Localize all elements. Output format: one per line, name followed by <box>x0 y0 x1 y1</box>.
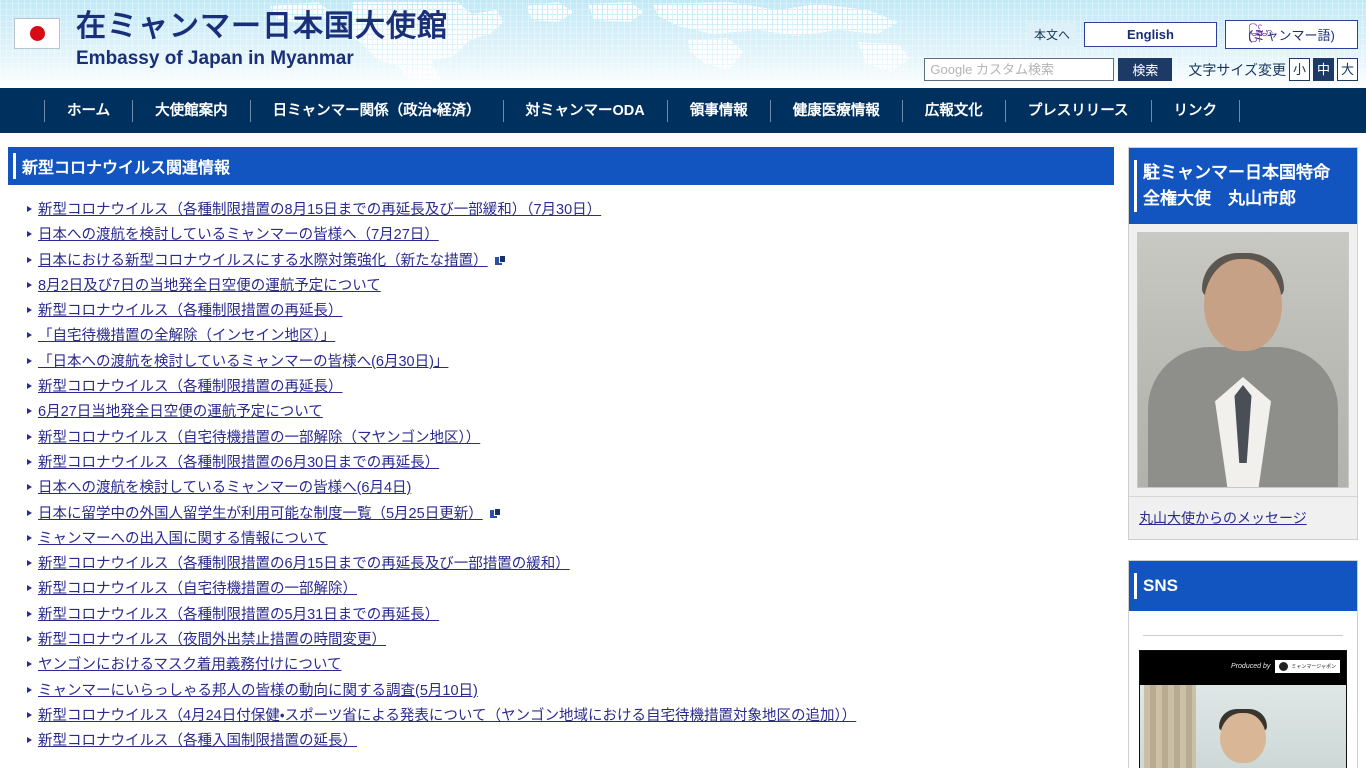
list-item: 新型コロナウイルス（各種制限措置の6月30日までの再延長） <box>26 454 1114 471</box>
list-item: 日本における新型コロナウイルスにする水際対策強化（新たな措置） <box>26 252 1114 269</box>
covid-link[interactable]: 6月27日当地発全日空便の運航予定について <box>38 404 323 420</box>
covid-link[interactable]: 新型コロナウイルス（各種入国制限措置の延長） <box>38 733 357 749</box>
list-item: 新型コロナウイルス（各種制限措置の再延長） <box>26 378 1114 395</box>
sns-title: SNS <box>1129 561 1357 611</box>
nav-item-about[interactable]: 大使館案内 <box>132 99 250 122</box>
external-window-icon <box>489 507 501 519</box>
search-input[interactable] <box>924 58 1115 81</box>
ambassador-portrait-image <box>1137 232 1349 488</box>
sidebar: 駐ミャンマー日本国特命全権大使 丸山市郎 丸山大使からのメッセージ SNS Pr… <box>1128 133 1358 768</box>
covid-link[interactable]: 新型コロナウイルス（各種制限措置の5月31日までの再延長） <box>38 607 439 623</box>
page-title: 新型コロナウイルス関連情報 <box>8 147 1114 185</box>
site-title-jp: 在ミャンマー日本国大使館 <box>76 10 448 43</box>
list-item: ヤンゴンにおけるマスク着用義務付けについて <box>26 656 1114 673</box>
covid-link[interactable]: 「自宅待機措置の全解除（インセイン地区）」 <box>38 328 335 344</box>
ambassador-title: 駐ミャンマー日本国特命全権大使 丸山市郎 <box>1129 148 1357 224</box>
video-producer-credit: Produced by ミャンマージャポン <box>1231 660 1340 673</box>
japan-flag-icon <box>14 18 60 49</box>
text-size-label: 文字サイズ変更 <box>1188 61 1286 78</box>
ambassador-message-row: 丸山大使からのメッセージ <box>1129 496 1357 539</box>
list-item: 新型コロナウイルス（各種制限措置の6月15日までの再延長及び一部措置の緩和） <box>26 555 1114 572</box>
producer-logo-icon: ミャンマージャポン <box>1275 660 1340 673</box>
text-size-large-button[interactable]: 大 <box>1337 58 1358 81</box>
covid-link[interactable]: 新型コロナウイルス（夜間外出禁止措置の時間変更） <box>38 632 386 648</box>
list-item: 新型コロナウイルス（夜間外出禁止措置の時間変更） <box>26 631 1114 648</box>
covid-link[interactable]: 「日本への渡航を検討しているミャンマーの皆様へ(6月30日)」 <box>38 354 448 370</box>
list-item: ミャンマーへの出入国に関する情報について <box>26 530 1114 547</box>
text-size-medium-button[interactable]: 中 <box>1313 58 1334 81</box>
language-english-button[interactable]: English <box>1084 22 1217 47</box>
ambassador-photo-wrap <box>1129 224 1357 496</box>
covid-link[interactable]: 新型コロナウイルス（各種制限措置の再延長） <box>38 379 343 395</box>
produced-by-label: Produced by <box>1231 663 1271 670</box>
covid-link[interactable]: 新型コロナウイルス（各種制限措置の6月30日までの再延長） <box>38 455 439 471</box>
nav-item-links[interactable]: リンク <box>1150 99 1241 122</box>
main-navigation: ホーム 大使館案内 日ミャンマー関係（政治・経済） 対ミャンマーODA 領事情報… <box>0 88 1366 133</box>
covid-link[interactable]: 日本に留学中の外国人留学生が利用可能な制度一覧（5月25日更新） <box>38 506 483 522</box>
sns-divider <box>1143 635 1343 636</box>
search-button[interactable]: 検索 <box>1118 58 1173 81</box>
covid-link[interactable]: 新型コロナウイルス（4月24日付保健・スポーツ省による発表について（ヤンゴン地域… <box>38 708 856 724</box>
list-item: 8月2日及び7日の当地発全日空便の運航予定について <box>26 277 1114 294</box>
covid-link[interactable]: 新型コロナウイルス（各種制限措置の8月15日までの再延長及び一部緩和）（7月30… <box>38 202 601 218</box>
list-item: 「自宅待機措置の全解除（インセイン地区）」 <box>26 327 1114 344</box>
covid-link[interactable]: 日本における新型コロナウイルスにする水際対策強化（新たな措置） <box>38 253 488 269</box>
main-content: 新型コロナウイルス関連情報 新型コロナウイルス（各種制限措置の8月15日までの再… <box>8 133 1114 768</box>
list-item: 日本に留学中の外国人留学生が利用可能な制度一覧（5月25日更新） <box>26 505 1114 522</box>
producer-logo-text: ミャンマージャポン <box>1291 664 1336 670</box>
language-myanmar-burmese-label: မြန်မာ <box>1248 24 1273 39</box>
list-item: 日本への渡航を検討しているミャンマーの皆様へ（7月27日） <box>26 226 1114 243</box>
sns-body: Produced by ミャンマージャポン <box>1129 611 1357 768</box>
list-item: 新型コロナウイルス（各種制限措置の再延長） <box>26 302 1114 319</box>
nav-item-health[interactable]: 健康医療情報 <box>769 99 902 122</box>
sns-video-thumbnail[interactable]: Produced by ミャンマージャポン <box>1139 650 1347 768</box>
ambassador-message-link[interactable]: 丸山大使からのメッセージ <box>1139 510 1307 526</box>
covid-link[interactable]: ヤンゴンにおけるマスク着用義務付けについて <box>38 657 341 673</box>
external-window-icon <box>494 254 506 266</box>
covid-link[interactable]: 新型コロナウイルス（各種制限措置の6月15日までの再延長及び一部措置の緩和） <box>38 556 570 572</box>
nav-item-consular[interactable]: 領事情報 <box>666 99 770 122</box>
covid-link[interactable]: 8月2日及び7日の当地発全日空便の運航予定について <box>38 278 381 294</box>
covid-link[interactable]: 日本への渡航を検討しているミャンマーの皆様へ(6月4日) <box>38 480 411 496</box>
list-item: ミャンマーにいらっしゃる邦人の皆様の動向に関する調査(5月10日) <box>26 682 1114 699</box>
nav-item-oda[interactable]: 対ミャンマーODA <box>502 99 667 122</box>
list-item: 新型コロナウイルス（4月24日付保健・スポーツ省による発表について（ヤンゴン地域… <box>26 707 1114 724</box>
nav-item-home[interactable]: ホーム <box>44 99 132 122</box>
covid-link[interactable]: 新型コロナウイルス（自宅待機措置の一部解除（マヤンゴン地区）） <box>38 430 480 446</box>
covid-link[interactable]: 新型コロナウイルス（自宅待機措置の一部解除） <box>38 581 357 597</box>
list-item: 日本への渡航を検討しているミャンマーの皆様へ(6月4日) <box>26 479 1114 496</box>
list-item: 新型コロナウイルス（各種制限措置の5月31日までの再延長） <box>26 606 1114 623</box>
list-item: 新型コロナウイルス（各種制限措置の8月15日までの再延長及び一部緩和）（7月30… <box>26 201 1114 218</box>
page-body: 新型コロナウイルス関連情報 新型コロナウイルス（各種制限措置の8月15日までの再… <box>0 133 1366 768</box>
brand: 在ミャンマー日本国大使館 Embassy of Japan in Myanmar <box>14 12 448 68</box>
list-item: 新型コロナウイルス（自宅待機措置の一部解除） <box>26 580 1114 597</box>
site-header: 在ミャンマー日本国大使館 Embassy of Japan in Myanmar… <box>0 0 1366 88</box>
site-title-en: Embassy of Japan in Myanmar <box>76 48 354 69</box>
list-item: 新型コロナウイルス（各種入国制限措置の延長） <box>26 732 1114 749</box>
covid-link[interactable]: 日本への渡航を検討しているミャンマーの皆様へ（7月27日） <box>38 227 439 243</box>
skip-to-content-link[interactable]: 本文へ <box>1027 23 1076 46</box>
list-item: 新型コロナウイルス（自宅待機措置の一部解除（マヤンゴン地区）） <box>26 429 1114 446</box>
language-myanmar-button[interactable]: မြန်မာ (ミャンマー語) <box>1225 20 1358 49</box>
ambassador-card: 駐ミャンマー日本国特命全権大使 丸山市郎 丸山大使からのメッセージ <box>1128 147 1358 540</box>
covid-link[interactable]: ミャンマーにいらっしゃる邦人の皆様の動向に関する調査(5月10日) <box>38 683 478 699</box>
nav-item-relations[interactable]: 日ミャンマー関係（政治・経済） <box>249 99 503 122</box>
header-utility-top: 本文へ English မြန်မာ (ミャンマー語) <box>1027 20 1358 49</box>
covid-link-list: 新型コロナウイルス（各種制限措置の8月15日までの再延長及び一部緩和）（7月30… <box>8 185 1114 749</box>
covid-link[interactable]: ミャンマーへの出入国に関する情報について <box>38 531 328 547</box>
covid-link[interactable]: 新型コロナウイルス（各種制限措置の再延長） <box>38 303 343 319</box>
nav-item-culture[interactable]: 広報文化 <box>901 99 1005 122</box>
header-utility-bottom: 検索 文字サイズ変更 小 中 大 <box>924 58 1358 81</box>
list-item: 6月27日当地発全日空便の運航予定について <box>26 403 1114 420</box>
list-item: 「日本への渡航を検討しているミャンマーの皆様へ(6月30日)」 <box>26 353 1114 370</box>
nav-item-press[interactable]: プレスリリース <box>1004 99 1151 122</box>
sns-card: SNS Produced by ミャンマージャポン <box>1128 560 1358 768</box>
text-size-small-button[interactable]: 小 <box>1289 58 1310 81</box>
